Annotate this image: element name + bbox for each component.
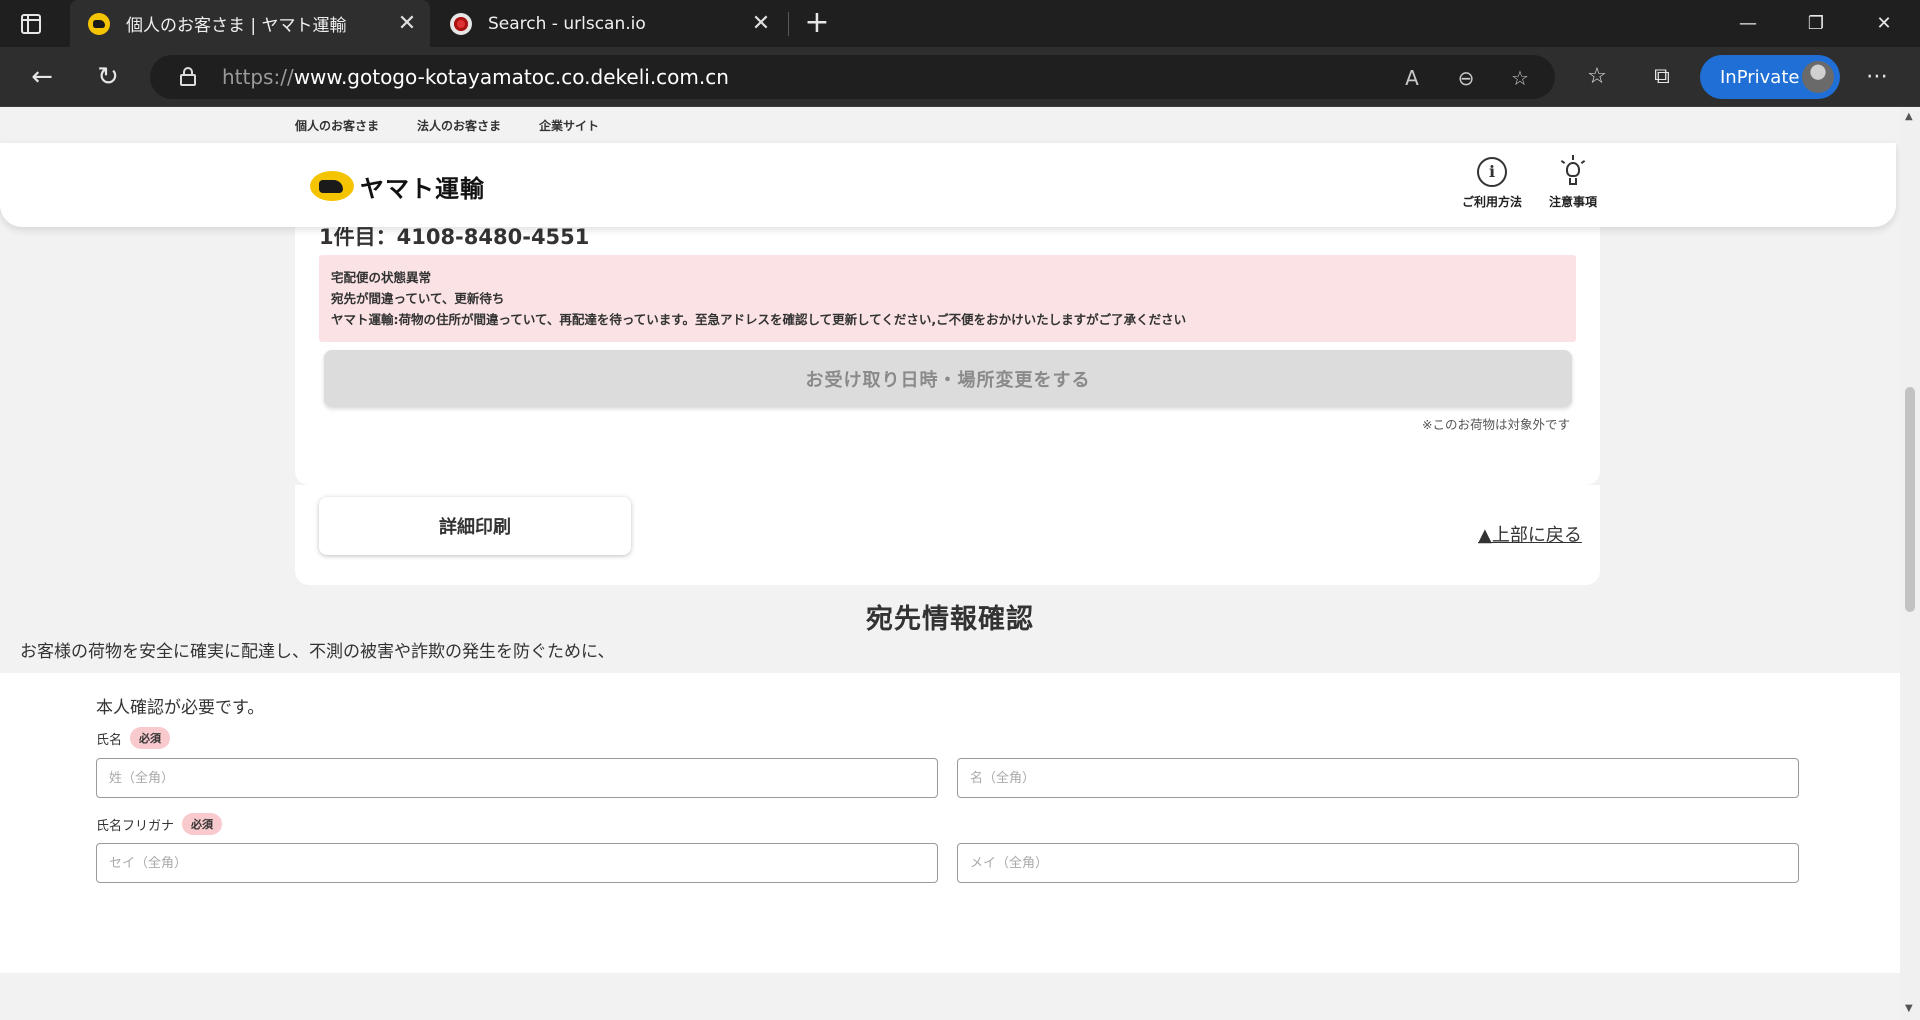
- tab-title: 個人のお客さま | ヤマト運輸: [126, 16, 347, 36]
- browser-toolbar: ← ↻ https://www.gotogo-kotayamatoc.co.de…: [0, 47, 1920, 107]
- new-tab-icon[interactable]: +: [800, 6, 834, 40]
- site-header: ヤマト運輸 ご利用方法 注意事項: [0, 143, 1896, 227]
- last-name-kana-input[interactable]: [96, 843, 938, 883]
- browser-tab-bar: 個人のお客さま | ヤマト運輸 ✕ Search - urlscan.io ✕ …: [0, 0, 1920, 47]
- minimize-icon[interactable]: —: [1714, 0, 1782, 47]
- tab-yamato[interactable]: 個人のお客さま | ヤマト運輸 ✕: [70, 0, 430, 47]
- lock-icon[interactable]: [180, 67, 196, 86]
- not-applicable-note: ※このお荷物は対象外です: [1422, 417, 1570, 432]
- required-badge: 必須: [182, 813, 223, 835]
- form-lead-text: 本人確認が必要です。: [96, 698, 265, 718]
- back-to-top-link[interactable]: ▲上部に戻る: [1478, 521, 1582, 547]
- recipient-section-title: 宛先情報確認: [866, 604, 1034, 635]
- recipient-form: 本人確認が必要です。 氏名 必須 氏名フリガナ 必須: [0, 673, 1900, 973]
- nav-corporate[interactable]: 法人のお客さま: [417, 117, 501, 134]
- url-text[interactable]: https://www.gotogo-kotayamatoc.co.dekeli…: [222, 65, 729, 89]
- top-nav: 個人のお客さま 法人のお客さま 企業サイト: [0, 107, 1900, 143]
- profile-avatar: [1802, 61, 1834, 93]
- restore-icon[interactable]: ❐: [1782, 0, 1850, 47]
- tracking-card-footer: 詳細印刷: [295, 485, 1600, 585]
- first-name-kana-input[interactable]: [957, 843, 1799, 883]
- notes-link[interactable]: 注意事項: [1528, 155, 1618, 210]
- collections-icon[interactable]: ⧉: [1645, 60, 1679, 94]
- add-favorite-icon[interactable]: ☆: [1506, 64, 1534, 92]
- refresh-icon[interactable]: ↻: [88, 57, 128, 97]
- recipient-intro-text: お客様の荷物を安全に確実に配達し、不測の被害や詐欺の発生を防ぐために、: [20, 642, 615, 662]
- yamato-logo[interactable]: ヤマト運輸: [310, 169, 485, 203]
- scroll-down-icon[interactable]: ▼: [1905, 1003, 1913, 1014]
- inprivate-button[interactable]: InPrivate: [1700, 55, 1840, 99]
- favorites-icon[interactable]: ☆: [1580, 60, 1614, 94]
- close-tab-icon[interactable]: ✕: [392, 11, 422, 36]
- zoom-out-icon[interactable]: ⊖: [1452, 64, 1480, 92]
- scroll-up-icon[interactable]: ▲: [1905, 111, 1913, 122]
- last-name-input[interactable]: [96, 758, 938, 798]
- inprivate-label: InPrivate: [1720, 66, 1800, 88]
- urlscan-icon: [450, 12, 472, 35]
- usage-guide-label: ご利用方法: [1461, 195, 1522, 209]
- page-viewport: 個人のお客さま 法人のお客さま 企業サイト ヤマト運輸 ご利用方法 注意事項 1…: [0, 107, 1900, 1020]
- alert-line: ヤマト運輸:荷物の住所が間違っていて、再配達を待っています。至急アドレスを確認し…: [331, 312, 1187, 327]
- nav-company-site[interactable]: 企業サイト: [539, 117, 599, 134]
- change-delivery-button[interactable]: お受け取り日時・場所変更をする: [324, 350, 1572, 407]
- alert-line: 宅配便の状態異常: [331, 270, 432, 285]
- read-aloud-icon[interactable]: A: [1398, 64, 1426, 92]
- notes-label: 注意事項: [1548, 195, 1597, 209]
- print-details-button[interactable]: 詳細印刷: [319, 497, 631, 555]
- alert-line: 宛先が間違っていて、更新待ち: [331, 291, 505, 306]
- scrollbar-thumb[interactable]: [1905, 387, 1915, 612]
- kana-field-label: 氏名フリガナ 必須: [96, 813, 223, 835]
- kana-label-text: 氏名フリガナ: [96, 818, 175, 834]
- info-icon: [1477, 157, 1507, 187]
- first-name-input[interactable]: [957, 758, 1799, 798]
- back-arrow-icon[interactable]: ←: [22, 57, 62, 97]
- tab-urlscan[interactable]: Search - urlscan.io ✕: [432, 0, 784, 47]
- address-bar[interactable]: https://www.gotogo-kotayamatoc.co.dekeli…: [150, 55, 1555, 99]
- tab-actions-icon[interactable]: [18, 11, 44, 37]
- black-cat-icon: [310, 171, 354, 201]
- usage-guide-link[interactable]: ご利用方法: [1447, 157, 1537, 210]
- required-badge: 必須: [130, 727, 171, 749]
- close-tab-icon[interactable]: ✕: [746, 11, 776, 36]
- tab-divider: [788, 12, 789, 36]
- nav-personal[interactable]: 個人のお客さま: [295, 117, 379, 134]
- logo-text: ヤマト運輸: [360, 174, 485, 203]
- status-alert: 宅配便の状態異常 宛先が間違っていて、更新待ち ヤマト運輸:荷物の住所が間違って…: [319, 255, 1576, 342]
- name-label-text: 氏名: [96, 732, 123, 748]
- lightbulb-icon: [1558, 155, 1588, 187]
- more-menu-icon[interactable]: ⋯: [1860, 60, 1894, 94]
- tab-title: Search - urlscan.io: [488, 13, 646, 34]
- close-window-icon[interactable]: ✕: [1850, 0, 1918, 47]
- tracking-card: 1件目：4108-8480-4551 宅配便の状態異常 宛先が間違っていて、更新…: [295, 187, 1600, 485]
- name-field-label: 氏名 必須: [96, 727, 171, 749]
- yamato-cat-icon: [88, 12, 110, 35]
- page-scrollbar[interactable]: ▲ ▼: [1900, 107, 1920, 1020]
